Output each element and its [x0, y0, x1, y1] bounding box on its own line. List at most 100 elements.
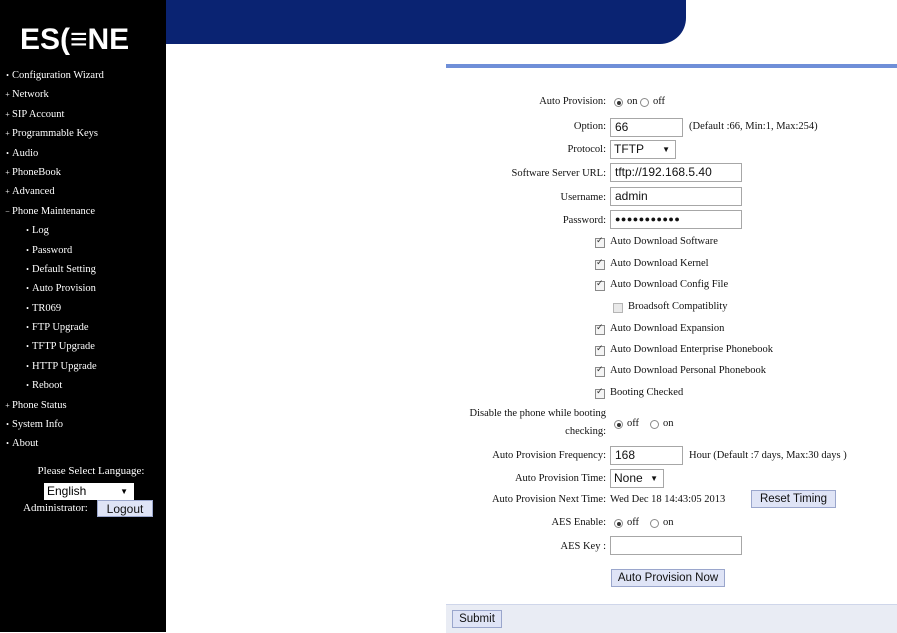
submit-button[interactable]: Submit [452, 610, 502, 628]
bullet-icon: • [26, 342, 29, 352]
provision-time-label: Auto Provision Time: [514, 473, 606, 484]
auto-provision-now-button[interactable]: Auto Provision Now [611, 569, 725, 587]
auto-provision-form: Auto Provision: on off Option: 66 (Defau… [446, 64, 897, 633]
sidebar-item-label: Advanced [12, 186, 55, 198]
sidebar-item-about[interactable]: • About [0, 434, 166, 453]
sidebar-item-phone-status[interactable]: + Phone Status [0, 396, 166, 415]
username-label: Username: [560, 192, 606, 203]
escene-logo: ES(≡NE [20, 23, 129, 56]
server-url-label: Software Server URL: [511, 168, 606, 179]
expand-icon: + [5, 400, 10, 410]
logo-text: ES(≡NE [20, 23, 129, 56]
sidebar-item-phonebook[interactable]: + PhoneBook [0, 163, 166, 182]
language-value: English [47, 484, 87, 498]
auto-provision-off-label: off [653, 96, 666, 107]
password-input[interactable]: ●●●●●●●●●●● [610, 210, 742, 229]
sidebar-item-ftp-upgrade[interactable]: • FTP Upgrade [0, 318, 166, 337]
sidebar-item-http-upgrade[interactable]: • HTTP Upgrade [0, 357, 166, 376]
sidebar-item-default-setting[interactable]: • Default Setting [0, 260, 166, 279]
checkbox-label: Auto Download Kernel [610, 258, 709, 269]
auto-provision-on-label: on [627, 96, 638, 107]
bullet-icon: • [26, 264, 29, 274]
aes-key-label: AES Key : [560, 541, 607, 552]
disable-phone-label-line1: Disable the phone while booting [469, 408, 606, 419]
sidebar-item-label: Auto Provision [32, 283, 96, 295]
next-time-value: Wed Dec 18 14:43:05 2013 [610, 494, 726, 505]
bullet-icon: • [6, 148, 9, 158]
sidebar-item-reboot[interactable]: • Reboot [0, 376, 166, 395]
expand-icon: + [5, 187, 10, 197]
sidebar-item-configuration-wizard[interactable]: • Configuration Wizard [0, 66, 166, 85]
protocol-value: TFTP [614, 142, 644, 156]
checkbox-auto-download-config-file[interactable] [595, 279, 605, 291]
aes-enable-off-label: off [627, 517, 640, 528]
sidebar-item-label: HTTP Upgrade [32, 360, 97, 372]
sidebar-item-auto-provision[interactable]: • Auto Provision [0, 279, 166, 298]
checkbox-auto-download-kernel[interactable] [595, 258, 605, 270]
auto-provision-label: Auto Provision: [539, 96, 606, 107]
collapse-icon: − [5, 206, 10, 216]
disable-phone-label-line2: checking: [565, 426, 606, 437]
header-banner [166, 0, 686, 44]
sidebar-item-sip-account[interactable]: + SIP Account [0, 105, 166, 124]
aes-enable-on-label: on [663, 517, 674, 528]
checkbox-broadsoft-compatiblity[interactable] [613, 303, 623, 313]
frequency-input[interactable]: 168 [610, 446, 683, 465]
checkbox-auto-download-personal-phonebook[interactable] [595, 365, 605, 377]
sidebar-item-phone-maintenance[interactable]: − Phone Maintenance [0, 202, 166, 221]
checkbox-label: Auto Download Software [610, 236, 718, 247]
language-label: Please Select Language: [37, 465, 145, 477]
bullet-icon: • [26, 381, 29, 391]
checkbox-label: Auto Download Config File [610, 279, 729, 290]
sidebar: ES(≡NE • Configuration Wizard + Network + SIP… [0, 0, 166, 632]
sidebar-item-label: FTP Upgrade [32, 322, 89, 334]
provision-time-select[interactable]: None ▼ [610, 469, 664, 488]
bullet-icon: • [26, 323, 29, 333]
option-input[interactable]: 66 [610, 118, 683, 137]
checkbox-label: Booting Checked [610, 387, 684, 398]
form-footer: Submit [446, 604, 897, 633]
aes-enable-on-radio[interactable] [650, 519, 659, 528]
reset-timing-button[interactable]: Reset Timing [751, 490, 836, 508]
sidebar-item-programmable-keys[interactable]: + Programmable Keys [0, 124, 166, 143]
sidebar-item-tftp-upgrade[interactable]: • TFTP Upgrade [0, 337, 166, 356]
checkbox-auto-download-software[interactable] [595, 236, 605, 248]
sidebar-item-network[interactable]: + Network [0, 85, 166, 104]
logout-button[interactable]: Logout [97, 500, 153, 517]
bullet-icon: • [26, 303, 29, 313]
checkbox-auto-download-expansion[interactable] [595, 323, 605, 335]
checkbox-label: Auto Download Personal Phonebook [610, 365, 767, 376]
checkbox-label: Broadsoft Compatiblity [628, 301, 728, 312]
aes-enable-off-radio[interactable] [614, 519, 623, 528]
expand-icon: + [5, 109, 10, 119]
auto-provision-on-radio[interactable] [614, 98, 623, 107]
sidebar-item-label: About [12, 438, 39, 450]
language-select[interactable]: English ▼ [44, 483, 134, 500]
chevron-down-icon: ▼ [650, 474, 658, 483]
sidebar-item-label: Password [32, 244, 73, 256]
disable-phone-off-radio[interactable] [614, 420, 623, 429]
checkbox-auto-download-enterprise-phonebook[interactable] [595, 344, 605, 356]
aes-key-input[interactable] [610, 536, 742, 555]
expand-icon: + [5, 167, 10, 177]
bullet-icon: • [6, 439, 9, 449]
protocol-select[interactable]: TFTP ▼ [610, 140, 676, 159]
sidebar-item-advanced[interactable]: + Advanced [0, 182, 166, 201]
sidebar-item-log[interactable]: • Log [0, 221, 166, 240]
disable-phone-on-radio[interactable] [650, 420, 659, 429]
bullet-icon: • [6, 420, 9, 430]
sidebar-item-label: Log [32, 225, 49, 237]
server-url-input[interactable]: tftp://192.168.5.40 [610, 163, 742, 182]
disable-phone-on-label: on [663, 418, 674, 429]
sidebar-item-audio[interactable]: • Audio [0, 144, 166, 163]
auto-provision-off-radio[interactable] [640, 98, 649, 107]
sidebar-item-tr069[interactable]: • TR069 [0, 299, 166, 318]
accent-bar [446, 64, 897, 68]
sidebar-item-system-info[interactable]: • System Info [0, 415, 166, 434]
checkbox-booting-checked[interactable] [595, 387, 605, 399]
sidebar-item-password[interactable]: • Password [0, 241, 166, 260]
chevron-down-icon: ▼ [120, 487, 128, 496]
username-input[interactable]: admin [610, 187, 742, 206]
bullet-icon: • [26, 361, 29, 371]
sidebar-nav: • Configuration Wizard + Network + SIP Accoun… [0, 66, 166, 454]
